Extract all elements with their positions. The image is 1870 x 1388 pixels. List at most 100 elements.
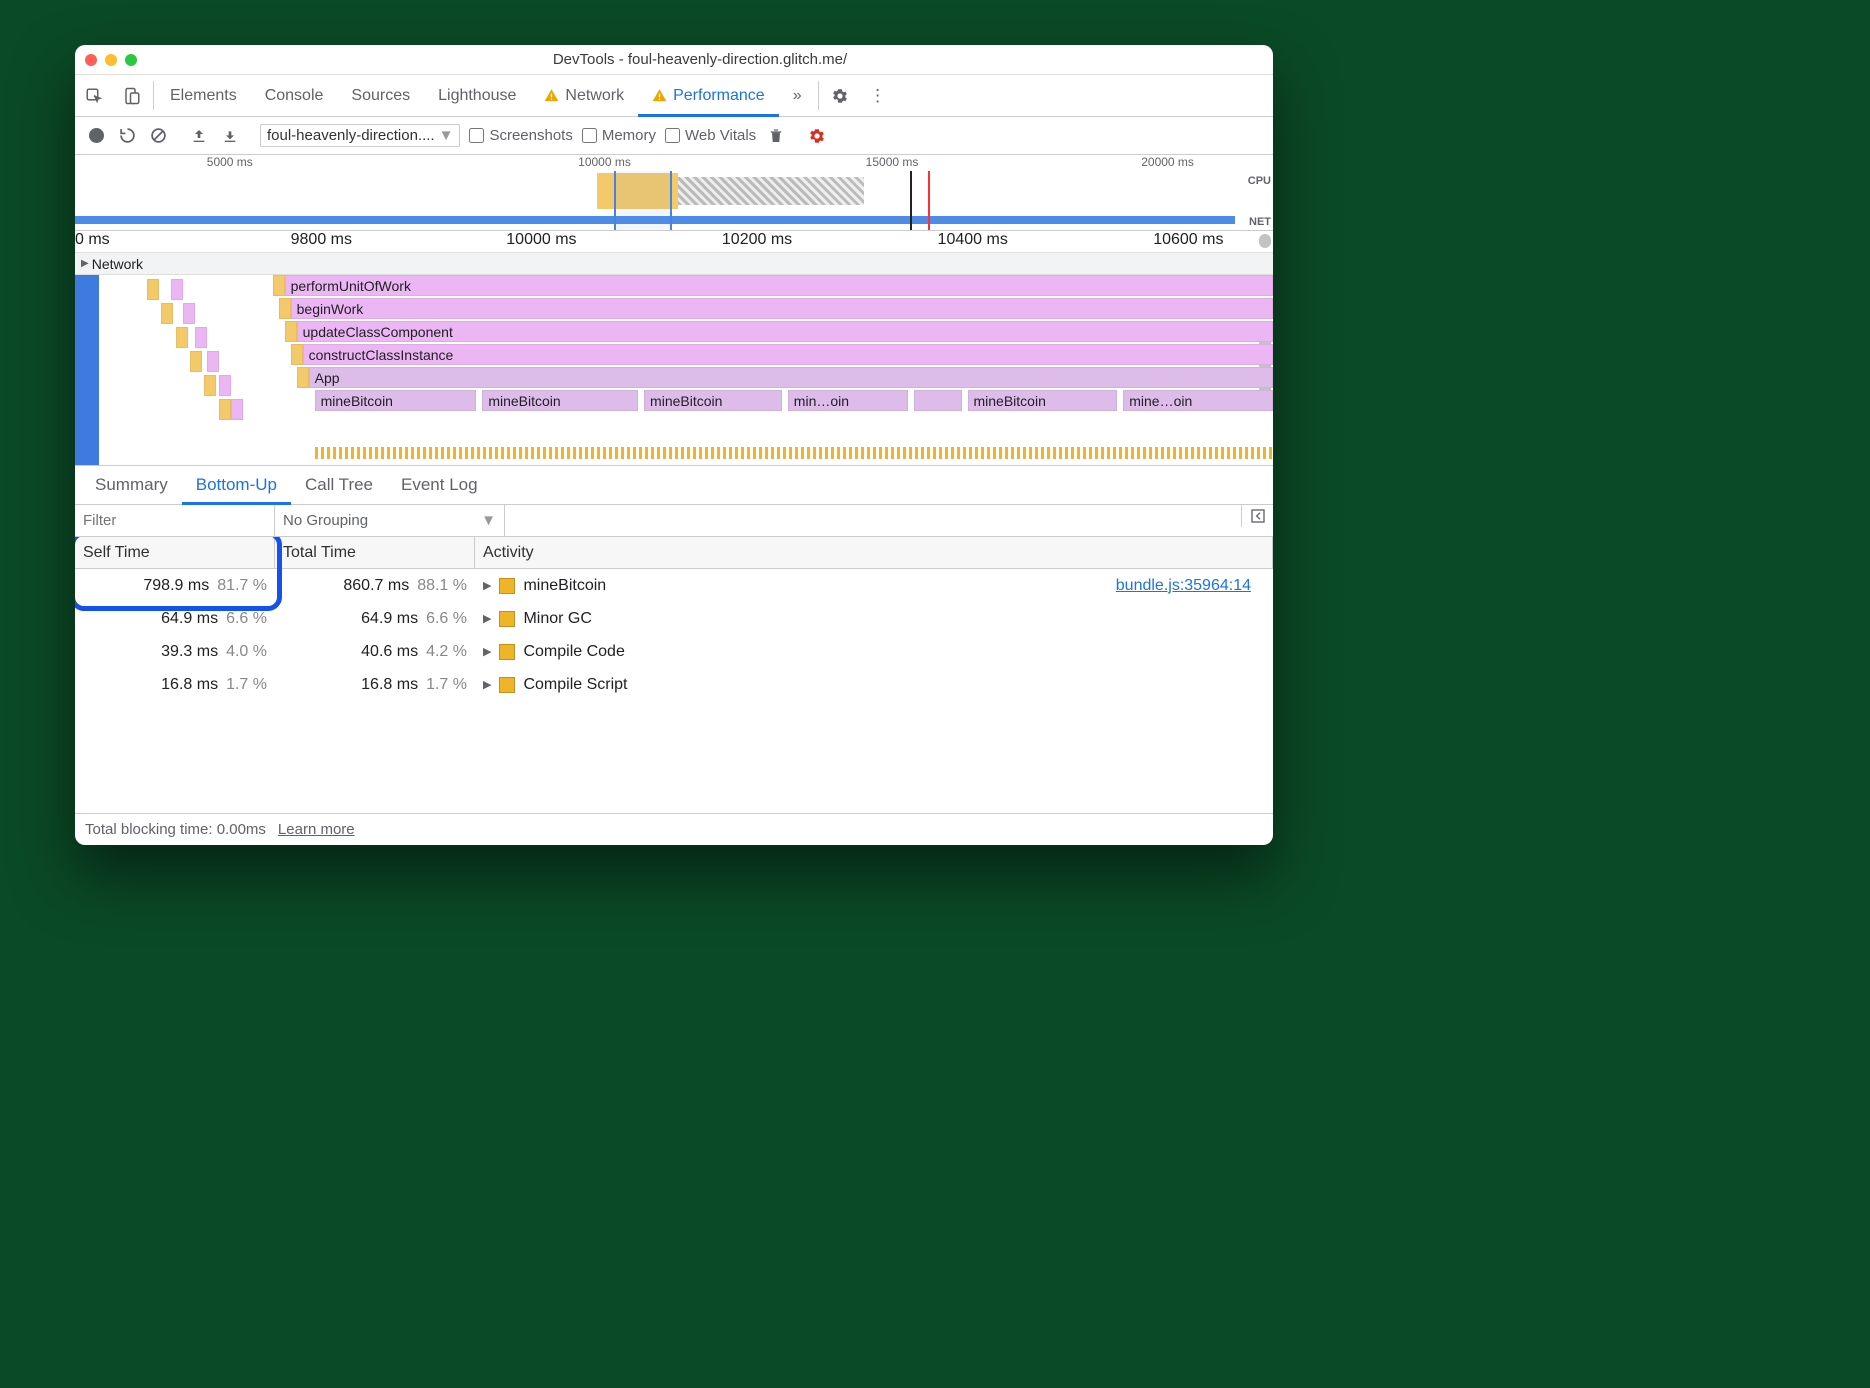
panel-tabs: ElementsConsoleSourcesLighthouseNetworkP…	[75, 75, 1273, 117]
traffic-lights	[85, 54, 137, 66]
total-ms: 860.7 ms	[343, 577, 409, 595]
table-row[interactable]: 16.8 ms1.7 % 16.8 ms1.7 % ▶Compile Scrip…	[75, 668, 1273, 701]
tabs-overflow[interactable]: »	[779, 75, 816, 116]
webvitals-checkbox[interactable]: Web Vitals	[665, 127, 756, 144]
expand-icon[interactable]: ▶	[483, 678, 491, 691]
bottom-up-table: Self Time Total Time Activity 798.9 ms81…	[75, 537, 1273, 813]
subtab-summary[interactable]: Summary	[81, 466, 182, 504]
overview-tick: 20000 ms	[1141, 155, 1194, 169]
flame-block-minebitcoin[interactable]	[914, 390, 962, 411]
flame-block[interactable]	[183, 303, 195, 324]
flame-block-minebitcoin[interactable]: mineBitcoin	[644, 390, 782, 411]
flame-block[interactable]: beginWork	[291, 298, 1273, 319]
tab-sources[interactable]: Sources	[337, 75, 424, 116]
save-profile-icon[interactable]	[219, 125, 241, 147]
network-track-header[interactable]: Network	[75, 253, 1273, 275]
recording-selector[interactable]: foul-heavenly-direction....▼	[260, 124, 460, 147]
flame-block[interactable]	[231, 399, 243, 420]
warning-icon	[652, 88, 667, 103]
flame-block[interactable]	[176, 327, 188, 348]
flame-block[interactable]	[273, 275, 285, 296]
record-button[interactable]	[85, 125, 107, 147]
flame-block[interactable]	[190, 351, 202, 372]
flame-block[interactable]	[219, 375, 231, 396]
flame-block[interactable]	[279, 298, 291, 319]
capture-settings-icon[interactable]	[806, 125, 828, 147]
flame-block[interactable]: App	[309, 367, 1273, 388]
header-total-time[interactable]: Total Time	[275, 537, 475, 568]
flame-block[interactable]	[171, 279, 183, 300]
expand-icon[interactable]: ▶	[483, 579, 491, 592]
learn-more-link[interactable]: Learn more	[278, 821, 355, 838]
total-pct: 6.6 %	[426, 610, 467, 628]
total-pct: 1.7 %	[426, 676, 467, 694]
minimize-window-icon[interactable]	[105, 54, 117, 66]
flame-block-minebitcoin[interactable]: mineBitcoin	[968, 390, 1118, 411]
show-heaviest-stack-icon[interactable]	[1241, 505, 1273, 527]
clear-button[interactable]	[147, 125, 169, 147]
total-pct: 4.2 %	[426, 643, 467, 661]
flame-block[interactable]	[161, 303, 173, 324]
zoom-window-icon[interactable]	[125, 54, 137, 66]
table-row[interactable]: 798.9 ms81.7 % 860.7 ms88.1 % ▶mineBitco…	[75, 569, 1273, 602]
overview-canvas	[75, 171, 1235, 230]
ruler-tick: 10400 ms	[938, 231, 1008, 249]
expand-icon[interactable]: ▶	[483, 645, 491, 658]
tab-lighthouse[interactable]: Lighthouse	[424, 75, 530, 116]
flame-block[interactable]	[195, 327, 207, 348]
subtab-call-tree[interactable]: Call Tree	[291, 466, 387, 504]
activity-swatch-icon	[499, 611, 515, 627]
table-row[interactable]: 64.9 ms6.6 % 64.9 ms6.6 % ▶Minor GC	[75, 602, 1273, 635]
subtab-bottom-up[interactable]: Bottom-Up	[182, 466, 291, 504]
settings-icon[interactable]	[821, 75, 859, 116]
separator	[818, 81, 819, 110]
flame-block[interactable]	[285, 321, 297, 342]
flame-chart[interactable]: performUnitOfWorkbeginWorkupdateClassCom…	[75, 275, 1273, 465]
device-toggle-icon[interactable]	[113, 75, 151, 116]
tab-console[interactable]: Console	[251, 75, 338, 116]
flame-block[interactable]: performUnitOfWork	[285, 275, 1273, 296]
tab-performance[interactable]: Performance	[638, 75, 779, 116]
filter-input[interactable]	[75, 505, 275, 536]
flame-block-minebitcoin[interactable]: mineBitcoin	[482, 390, 638, 411]
flame-block[interactable]: constructClassInstance	[303, 344, 1273, 365]
timeline-overview[interactable]: 5000 ms10000 ms15000 ms20000 ms CPU NET	[75, 155, 1273, 231]
flame-block-minebitcoin[interactable]: mine…oin	[1123, 390, 1273, 411]
flame-block-minebitcoin[interactable]: min…oin	[788, 390, 908, 411]
expand-icon[interactable]: ▶	[483, 612, 491, 625]
header-self-time[interactable]: Self Time	[75, 537, 275, 568]
ruler-tick: 10200 ms	[722, 231, 792, 249]
table-row[interactable]: 39.3 ms4.0 % 40.6 ms4.2 % ▶Compile Code	[75, 635, 1273, 668]
garbage-collect-icon[interactable]	[765, 125, 787, 147]
source-link[interactable]: bundle.js:35964:14	[1116, 577, 1251, 595]
scrollbar-thumb[interactable]	[1259, 234, 1271, 248]
flame-block[interactable]	[297, 367, 309, 388]
self-pct: 4.0 %	[226, 643, 267, 661]
flame-block[interactable]	[291, 344, 303, 365]
flame-block[interactable]	[219, 399, 231, 420]
flame-block-minebitcoin[interactable]: mineBitcoin	[315, 390, 477, 411]
tab-elements[interactable]: Elements	[156, 75, 251, 116]
flame-block[interactable]: updateClassComponent	[297, 321, 1273, 342]
flame-block[interactable]	[147, 279, 159, 300]
load-profile-icon[interactable]	[188, 125, 210, 147]
tab-network[interactable]: Network	[530, 75, 638, 116]
inspect-icon[interactable]	[75, 75, 113, 116]
overview-selection[interactable]	[614, 171, 672, 230]
header-activity[interactable]: Activity	[475, 537, 1273, 568]
reload-record-button[interactable]	[116, 125, 138, 147]
kebab-menu-icon[interactable]: ⋮	[859, 75, 897, 116]
subtab-event-log[interactable]: Event Log	[387, 466, 492, 504]
self-pct: 6.6 %	[226, 610, 267, 628]
flame-block[interactable]	[207, 351, 219, 372]
flame-block[interactable]	[204, 375, 216, 396]
grouping-selector[interactable]: No Grouping▼	[275, 505, 505, 536]
close-window-icon[interactable]	[85, 54, 97, 66]
filter-bar: No Grouping▼	[75, 505, 1273, 537]
network-track-label: Network	[92, 256, 143, 272]
separator	[153, 81, 154, 110]
devtools-window: DevTools - foul-heavenly-direction.glitc…	[75, 45, 1273, 845]
screenshots-checkbox[interactable]: Screenshots	[469, 127, 572, 144]
self-ms: 39.3 ms	[161, 643, 218, 661]
memory-checkbox[interactable]: Memory	[582, 127, 656, 144]
